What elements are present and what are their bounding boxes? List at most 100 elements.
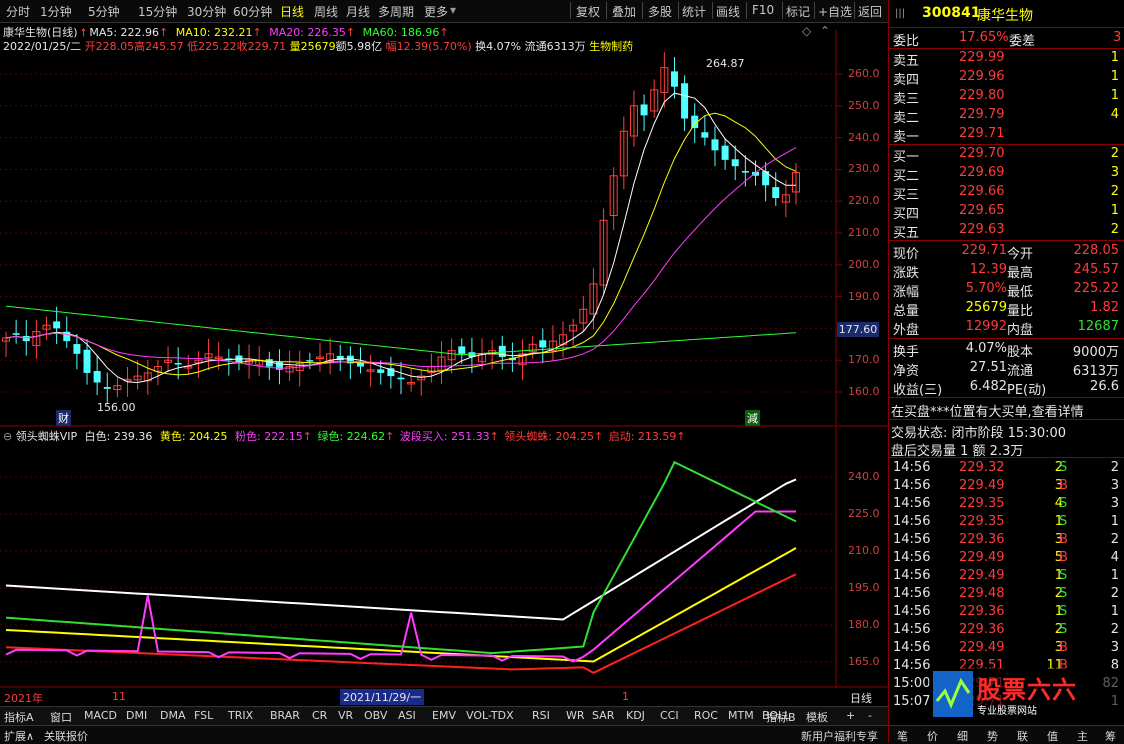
template-tab[interactable]: 模板 <box>806 709 828 725</box>
time-cursor-label: 2021/11/29/一 <box>340 689 425 705</box>
bar-close: 收229.71 <box>236 40 287 53</box>
buy-volume: 1 <box>1110 203 1119 218</box>
fq-button[interactable]: 复权 <box>576 3 600 20</box>
new-user-promo-link[interactable]: 新用户福利专享 <box>801 728 878 744</box>
nav-detail[interactable]: 细 <box>957 728 968 744</box>
tick-count: 2 <box>1110 532 1119 547</box>
price-tick-label: 170.0 <box>848 353 880 367</box>
indicator-tab-mtm[interactable]: MTM <box>728 709 754 722</box>
zoom-out-button[interactable]: - <box>868 709 872 722</box>
nav-value[interactable]: 值 <box>1047 728 1058 744</box>
period-tab-more[interactable]: 更多 <box>424 3 448 20</box>
period-tab-5min[interactable]: 5分钟 <box>88 3 120 20</box>
indicator-tab-fsl[interactable]: FSL <box>194 709 213 722</box>
chevron-down-icon[interactable]: ▾ <box>450 3 456 17</box>
back-button[interactable]: 返回 <box>858 3 882 20</box>
sell-label: 卖三 <box>893 92 920 107</box>
indicator-tab-wr[interactable]: WR <box>566 709 585 722</box>
ma20-line <box>5 147 797 369</box>
period-tab-intraday[interactable]: 分时 <box>6 3 30 20</box>
chart-area[interactable]: 康华生物(日线) 🠕 MA5: 222.96↑ MA10: 232.21↑ MA… <box>0 22 888 706</box>
indicator-b-tab[interactable]: 指标B <box>766 709 796 725</box>
add-watchlist-button[interactable]: +自选 <box>818 3 852 20</box>
big-order-notice[interactable]: 在买盘***位置有大买单,查看详情 <box>891 401 1084 420</box>
period-tab-daily[interactable]: 日线 <box>280 3 304 20</box>
indicator-tab-窗口[interactable]: 窗口 <box>50 709 72 725</box>
period-tab-15min[interactable]: 15分钟 <box>138 3 177 20</box>
nav-chips[interactable]: 筹 <box>1105 728 1116 744</box>
nav-trend[interactable]: 势 <box>987 728 998 744</box>
zoom-in-button[interactable]: + <box>846 709 855 722</box>
quote-row: 买四 229.65 1 <box>889 203 1124 222</box>
mark-button[interactable]: 标记 <box>786 3 810 20</box>
quote-row: 净资 27.51 流通 6313万 <box>889 360 1124 379</box>
kline-chart[interactable] <box>0 22 888 688</box>
tick-time: 14:56 <box>893 478 931 493</box>
nav-main[interactable]: 主 <box>1077 728 1088 744</box>
indicator-collapse-icon[interactable]: ⊖ <box>3 430 12 443</box>
indicator-tab-cci[interactable]: CCI <box>660 709 679 722</box>
nav-tick[interactable]: 笔 <box>897 728 908 744</box>
indicator-tab-dmi[interactable]: DMI <box>126 709 147 722</box>
indicator-tab-emv[interactable]: EMV <box>432 709 456 722</box>
buy-label: 买三 <box>893 188 920 203</box>
price-tick-label: 250.0 <box>848 98 880 112</box>
stat-value: 27.51 <box>969 360 1007 375</box>
indicator-tab-macd[interactable]: MACD <box>84 709 117 722</box>
stat-label: 最低 <box>1007 285 1034 300</box>
indicator-tab-obv[interactable]: OBV <box>364 709 387 722</box>
reduce-marker[interactable]: 減 <box>745 410 760 426</box>
ind-tick-label: 225.0 <box>848 507 880 520</box>
stat-value: 6.482 <box>969 379 1007 394</box>
indicator-tab-sar[interactable]: SAR <box>592 709 614 722</box>
period-tab-monthly[interactable]: 月线 <box>346 3 370 20</box>
candle-body <box>73 344 81 354</box>
indicator-tab-roc[interactable]: ROC <box>694 709 718 722</box>
f10-button[interactable]: F10 <box>752 3 774 17</box>
diamond-icon[interactable]: ◇ <box>802 24 811 38</box>
indicator-tab-asi[interactable]: ASI <box>398 709 416 722</box>
menu-icon[interactable]: ||| <box>895 8 905 19</box>
sell-volume: 4 <box>1110 107 1119 122</box>
indicator-tab-cr[interactable]: CR <box>312 709 327 722</box>
period-tab-60min[interactable]: 60分钟 <box>233 3 272 20</box>
quote-row: 买一 229.70 2 <box>889 146 1124 165</box>
multi-stock-button[interactable]: 多股 <box>648 3 672 20</box>
draw-button[interactable]: 画线 <box>716 3 740 20</box>
tick-price: 229.35 <box>959 514 1005 529</box>
stock-code: 300841 <box>922 5 981 21</box>
quote-row: 14:56 229.36 3 B 2 <box>889 532 1124 549</box>
indicator-tab-vol-tdx[interactable]: VOL-TDX <box>466 709 514 722</box>
tick-time: 14:56 <box>893 460 931 475</box>
indicator-tab-trix[interactable]: TRIX <box>228 709 253 722</box>
quote-row: 14:56 229.49 5 B 4 <box>889 550 1124 567</box>
finance-marker[interactable]: 财 <box>56 410 71 426</box>
indicator-tab-brar[interactable]: BRAR <box>270 709 300 722</box>
nav-link[interactable]: 联 <box>1017 728 1028 744</box>
indicator-tab-dma[interactable]: DMA <box>160 709 186 722</box>
collapse-icon[interactable]: ⌃ <box>820 24 830 38</box>
ind-tick-label: 165.0 <box>848 655 880 669</box>
bar-turnover: 换4.07% <box>475 40 522 53</box>
expand-button[interactable]: 扩展∧ <box>4 728 34 744</box>
indicator-tab-vr[interactable]: VR <box>338 709 353 722</box>
period-tab-multi[interactable]: 多周期 <box>378 3 414 20</box>
related-quote-button[interactable]: 关联报价 <box>44 728 88 744</box>
stats-button[interactable]: 统计 <box>682 3 706 20</box>
sell-label: 卖一 <box>893 130 920 145</box>
stat-label: 最高 <box>1007 266 1034 281</box>
quote-row: 买五 229.63 2 <box>889 222 1124 241</box>
period-tab-30min[interactable]: 30分钟 <box>187 3 226 20</box>
indicator-tab-rsi[interactable]: RSI <box>532 709 550 722</box>
period-tab-weekly[interactable]: 周线 <box>314 3 338 20</box>
nav-price[interactable]: 价 <box>927 728 938 744</box>
tick-side: B <box>1059 532 1068 547</box>
quote-row: 卖四 229.96 1 <box>889 69 1124 88</box>
overlay-button[interactable]: 叠加 <box>612 3 636 20</box>
tick-time: 14:56 <box>893 622 931 637</box>
price-tick-label: 220.0 <box>848 194 880 208</box>
indicator-tab-kdj[interactable]: KDJ <box>626 709 645 722</box>
indicator-tab-指标a[interactable]: 指标A <box>4 709 34 725</box>
period-tab-1min[interactable]: 1分钟 <box>40 3 72 20</box>
quote-row: 14:56 229.49 3 B 3 <box>889 478 1124 495</box>
